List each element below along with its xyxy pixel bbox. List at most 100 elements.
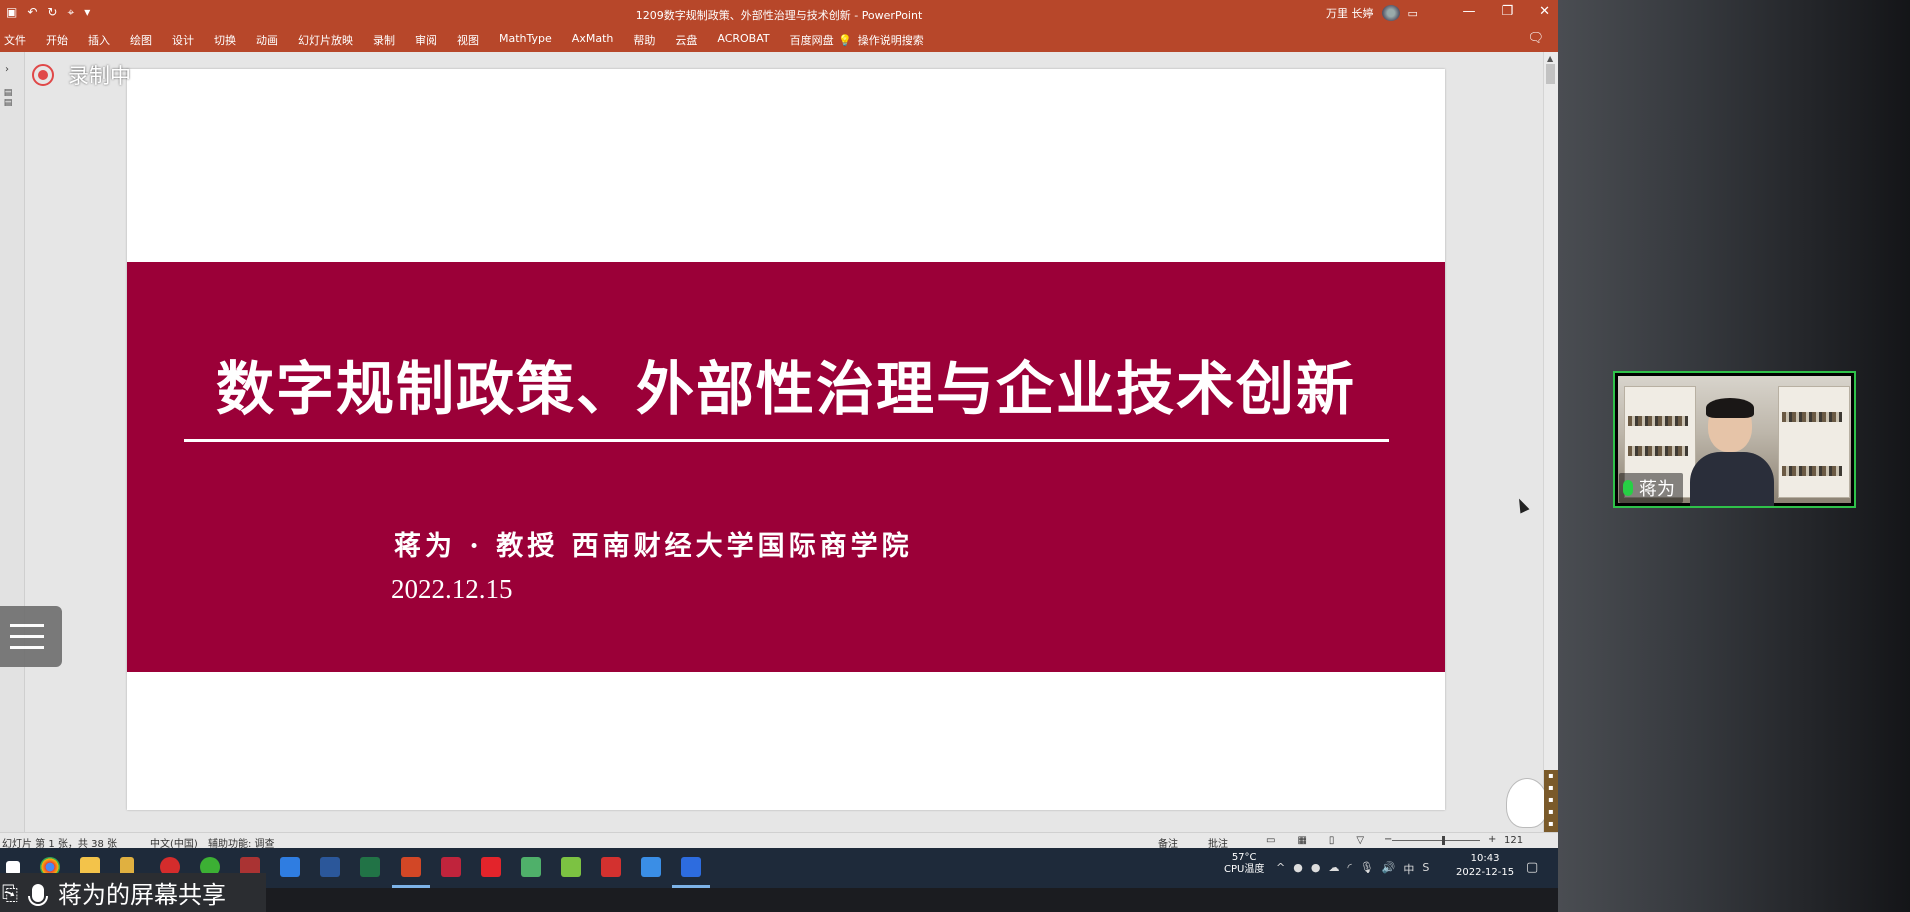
ribbon-tab[interactable]: ACROBAT xyxy=(717,32,769,48)
scroll-thumb[interactable] xyxy=(1546,64,1555,84)
record-icon xyxy=(32,64,54,86)
word-icon[interactable] xyxy=(320,857,340,877)
zoom-level[interactable]: 121 xyxy=(1504,835,1523,846)
system-tray: ^ ● ● ☁ ◜ 🎙 🔊 中 S xyxy=(1276,861,1429,877)
participant-video-tile[interactable]: 蒋为 xyxy=(1613,371,1856,508)
participant-name: 蒋为 xyxy=(1639,479,1675,500)
app-icon[interactable] xyxy=(561,857,581,877)
status-bar: 幻灯片 第 1 张，共 38 张 中文(中国) 辅助功能: 调查 备注 批注 ▭… xyxy=(0,832,1558,850)
clock-time: 10:43 xyxy=(1470,853,1500,864)
list-icon-line xyxy=(14,635,44,638)
zoom-slider[interactable] xyxy=(1392,836,1480,845)
slide-title: 数字规制政策、外部性治理与企业技术创新 xyxy=(215,355,1356,423)
user-name: 万里 长婷 xyxy=(1326,7,1374,20)
excel-icon[interactable] xyxy=(360,857,380,877)
recording-indicator: 录制中 xyxy=(32,60,131,90)
ime-indicator[interactable]: 中 xyxy=(1403,861,1414,877)
ribbon-tab[interactable]: 切换 xyxy=(214,32,236,48)
ribbon-tab[interactable]: MathType xyxy=(499,32,552,48)
clock[interactable]: 10:43 2022-12-15 xyxy=(1456,852,1514,880)
screen-share-banner[interactable]: ⎘ 蒋为的屏幕共享 xyxy=(0,873,266,912)
notification-icon[interactable]: ▢ xyxy=(1526,860,1538,875)
weibo-tray-icon[interactable]: ● xyxy=(1311,861,1321,877)
app-icon[interactable] xyxy=(601,857,621,877)
books-row xyxy=(1782,412,1842,422)
slide-sorter-icon[interactable]: ▦ xyxy=(1297,835,1306,846)
app-icon[interactable] xyxy=(441,857,461,877)
temperature: 57°C xyxy=(1231,852,1257,863)
thumbnails-label-icon: ▤▤ xyxy=(3,88,13,108)
list-icon-line xyxy=(14,646,44,649)
app-icon[interactable] xyxy=(521,857,541,877)
powerpoint-window: ▣ ↶ ↻ ⌖ ▾ 1209数字规制政策、外部性治理与技术创新 - PowerP… xyxy=(0,0,1558,912)
cloud-icon[interactable]: ☁ xyxy=(1328,861,1339,877)
clock-date: 2022-12-15 xyxy=(1456,867,1515,878)
view-buttons: ▭ ▦ ▯ ▽ xyxy=(1266,835,1364,846)
ribbon-display-icon[interactable]: ▭ xyxy=(1408,7,1418,20)
restore-icon[interactable]: ❐ xyxy=(1501,4,1513,19)
thumbnail-pane-collapsed[interactable]: › ▤▤ xyxy=(0,52,25,838)
ribbon-tab[interactable]: 插入 xyxy=(88,32,110,48)
ribbon-tab[interactable]: 绘图 xyxy=(130,32,152,48)
normal-view-icon[interactable]: ▭ xyxy=(1266,835,1275,846)
document-title: 1209数字规制政策、外部性治理与技术创新 - PowerPoint xyxy=(635,9,923,22)
microphone-icon xyxy=(28,883,48,906)
ribbon-tab[interactable]: 幻灯片放映 xyxy=(298,32,353,48)
tray-chevron-icon[interactable]: ^ xyxy=(1276,861,1285,877)
ribbon-tab[interactable]: 视图 xyxy=(457,32,479,48)
reading-view-icon[interactable]: ▯ xyxy=(1329,835,1335,846)
title-divider xyxy=(184,439,1389,442)
title-bar: ▣ ↶ ↻ ⌖ ▾ 1209数字规制政策、外部性治理与技术创新 - PowerP… xyxy=(0,0,1558,26)
scroll-up-icon[interactable]: ▲ xyxy=(1547,54,1553,63)
participant-figure xyxy=(1690,398,1774,506)
comments-icon[interactable]: 🗨 xyxy=(1527,31,1544,46)
slide-date: 2022.12.15 xyxy=(391,574,513,604)
expand-chevron-icon[interactable]: › xyxy=(5,64,9,75)
list-menu-button[interactable] xyxy=(0,606,62,667)
participant-name-bar: 蒋为 xyxy=(1619,473,1683,503)
lightbulb-icon: 💡 xyxy=(838,33,852,47)
ribbon-tab[interactable]: 审阅 xyxy=(415,32,437,48)
minimize-icon[interactable]: — xyxy=(1462,4,1475,19)
ribbon-tab[interactable]: 云盘 xyxy=(675,32,697,48)
tell-me-search[interactable]: 💡 操作说明搜索 xyxy=(838,32,924,48)
list-icon-line xyxy=(14,624,44,627)
bookshelf-right xyxy=(1778,386,1850,498)
tencent-meeting-icon[interactable] xyxy=(681,857,701,877)
microphone-active-icon xyxy=(1623,480,1633,496)
mouse-cursor-icon xyxy=(1514,496,1530,514)
ribbon-tab[interactable]: 录制 xyxy=(373,32,395,48)
volume-icon[interactable]: 🔊 xyxy=(1382,861,1396,877)
powerpoint-icon[interactable] xyxy=(401,857,421,877)
slideshow-icon[interactable]: ▽ xyxy=(1356,835,1364,846)
window-controls: — ❐ ✕ xyxy=(1462,4,1550,19)
ribbon-tab[interactable]: 百度网盘 xyxy=(790,32,834,48)
ribbon-tab[interactable]: 设计 xyxy=(172,32,194,48)
share-screen-icon: ⎘ xyxy=(2,880,18,905)
ribbon-tab[interactable]: 帮助 xyxy=(633,32,655,48)
ribbon-tab[interactable]: 动画 xyxy=(256,32,278,48)
screen-share-label: 蒋为的屏幕共享 xyxy=(58,881,226,909)
youdao-icon[interactable] xyxy=(481,857,501,877)
wechat-tray-icon[interactable]: ● xyxy=(1293,861,1303,877)
books-row xyxy=(1628,416,1688,426)
sogou-icon[interactable]: S xyxy=(1422,861,1429,877)
participant-body xyxy=(1690,452,1774,506)
microphone-icon[interactable]: 🎙 xyxy=(1360,861,1374,877)
participant-hair xyxy=(1706,398,1754,418)
zoom-in-icon[interactable]: + xyxy=(1488,834,1496,845)
ribbon-tab-list: 文件 开始 插入 绘图 设计 切换 动画 幻灯片放映 录制 审阅 视图 MathType AxMath 帮… xyxy=(4,32,854,48)
user-account[interactable]: 万里 长婷 ▭ xyxy=(1326,5,1418,21)
feishu-icon[interactable] xyxy=(641,857,661,877)
avatar[interactable] xyxy=(1381,5,1400,21)
temperature-label: CPU温度 xyxy=(1224,864,1265,875)
network-icon[interactable]: ◜ xyxy=(1347,861,1351,877)
ribbon-tab[interactable]: 开始 xyxy=(46,32,68,48)
vertical-scrollbar[interactable]: ▲ xyxy=(1543,52,1558,838)
weather-widget[interactable]: 57°C CPU温度 xyxy=(1224,852,1264,876)
dingtalk-icon[interactable] xyxy=(280,857,300,877)
slide-canvas[interactable]: 数字规制政策、外部性治理与企业技术创新 蒋为 · 教授 西南财经大学国际商学院 … xyxy=(127,69,1445,810)
ribbon-tab[interactable]: 文件 xyxy=(4,32,26,48)
ribbon-tab[interactable]: AxMath xyxy=(572,32,614,48)
close-icon[interactable]: ✕ xyxy=(1539,4,1550,19)
